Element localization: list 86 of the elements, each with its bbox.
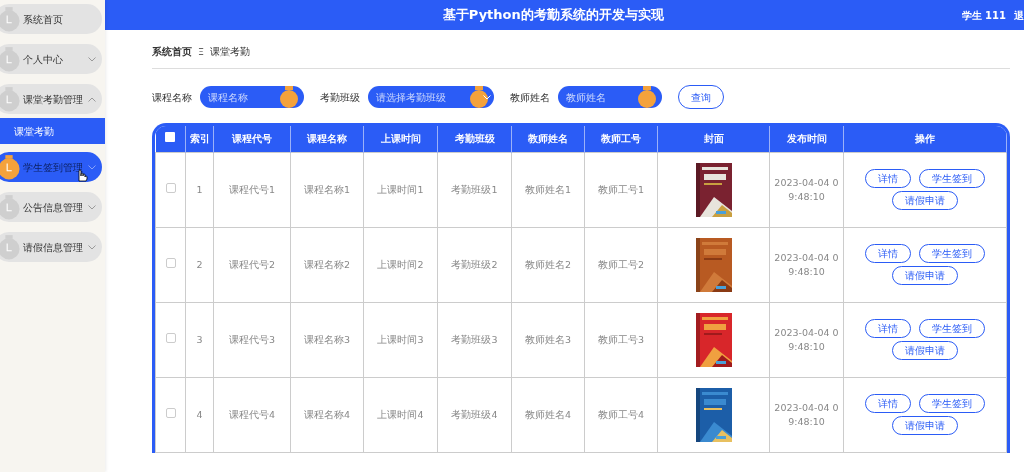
leave-request-button[interactable]: 请假申请 [892,191,958,211]
table-cell: 考勤班级4 [437,377,512,453]
breadcrumb-link[interactable]: 系统首页 [152,45,192,60]
details-button[interactable]: 详情 [865,319,911,339]
table-cell: 教师工号1 [584,152,658,228]
submenu-item[interactable]: 课堂考勤 [0,118,105,144]
app-title: 基于Python的考勤系统的开发与实现 [441,6,665,25]
table-cell: 考勤班级2 [437,227,512,303]
select-field[interactable]: 请选择考勤班级 [368,86,494,109]
table-cell: 教师工号3 [584,302,658,378]
table-cell: 上课时间4 [363,377,438,453]
field-label: 课程名称 [152,90,192,105]
field-label: 教师姓名 [510,90,550,105]
medal-icon [280,86,298,109]
row-checkbox[interactable] [165,182,176,193]
user-name: 学生 111 [961,8,1006,23]
table-cell: 考勤班级1 [437,152,512,228]
table-cell: 2 [185,227,214,303]
logout-link[interactable]: 退 [1014,7,1024,23]
table-cell: 教师工号4 [584,377,658,453]
row-checkbox[interactable] [165,257,176,268]
field-label: 考勤班级 [320,90,360,105]
table-cell: 课程名称2 [290,227,364,303]
column-header: 教师姓名 [511,126,585,153]
details-button[interactable]: 详情 [865,394,911,414]
table-cell: 教师姓名4 [511,377,585,453]
table-cell: 2023-04-04 09:48:10 [769,152,844,228]
chevron-down-icon [483,95,491,101]
search-button[interactable]: 查询 [678,85,724,110]
table-cell: 2023-04-04 09:48:10 [769,302,844,378]
medal-icon [470,86,488,109]
column-header: 考勤班级 [437,126,512,153]
table-cell: 4 [185,377,214,453]
column-header: 索引 [185,126,214,153]
table-cell: 教师姓名3 [511,302,585,378]
row-checkbox[interactable] [165,407,176,418]
table-cell: 课程名称1 [290,152,364,228]
table-cell: 2023-04-04 09:48:10 [769,227,844,303]
column-header: 课程名称 [290,126,364,153]
details-button[interactable]: 详情 [865,169,911,189]
medal-icon [638,86,656,109]
table-cell: 3 [185,302,214,378]
breadcrumb-separator: Ξ [198,45,204,59]
column-header: 操作 [843,126,1007,153]
sidebar-item[interactable]: 个人中心 [0,44,102,74]
sidebar-item[interactable]: 公告信息管理 [0,192,102,222]
column-header: 封面 [657,126,770,153]
table-cell: 课程名称4 [290,377,364,453]
clock-icon [0,194,20,220]
column-header: 课程代号 [213,126,291,153]
table-cell: 课程代号4 [213,377,291,453]
sidebar-item[interactable]: 请假信息管理 [0,232,102,262]
column-header: 上课时间 [363,126,438,153]
table-cell: 课程代号2 [213,227,291,303]
clock-icon [0,86,20,112]
select-all-checkbox[interactable] [165,131,176,142]
sign-in-button[interactable]: 学生签到 [919,394,985,414]
leave-request-button[interactable]: 请假申请 [892,416,958,436]
table-cell: 上课时间2 [363,227,438,303]
table-cell: 课程名称3 [290,302,364,378]
table-cell: 上课时间3 [363,302,438,378]
table-cell: 2023-04-04 09:48:10 [769,377,844,453]
table-cell: 课程代号3 [213,302,291,378]
clock-icon [0,6,20,32]
column-header: 教师工号 [584,126,658,153]
sidebar-item[interactable]: 系统首页 [0,4,102,34]
table-cell: 1 [185,152,214,228]
clock-icon [0,46,20,72]
table-cell: 课程代号1 [213,152,291,228]
column-header: 发布时间 [769,126,844,153]
leave-request-button[interactable]: 请假申请 [892,266,958,286]
clock-icon [0,154,20,180]
table-cell: 教师工号2 [584,227,658,303]
row-checkbox[interactable] [165,332,176,343]
table-cell: 上课时间1 [363,152,438,228]
breadcrumb-current: 课堂考勤 [210,45,250,59]
table-cell: 考勤班级3 [437,302,512,378]
sign-in-button[interactable]: 学生签到 [919,169,985,189]
clock-icon [0,234,20,260]
sign-in-button[interactable]: 学生签到 [919,244,985,264]
table-cell: 教师姓名1 [511,152,585,228]
sign-in-button[interactable]: 学生签到 [919,319,985,339]
leave-request-button[interactable]: 请假申请 [892,341,958,361]
sidebar-item[interactable]: 课堂考勤管理 [0,84,102,114]
details-button[interactable]: 详情 [865,244,911,264]
table-cell: 教师姓名2 [511,227,585,303]
